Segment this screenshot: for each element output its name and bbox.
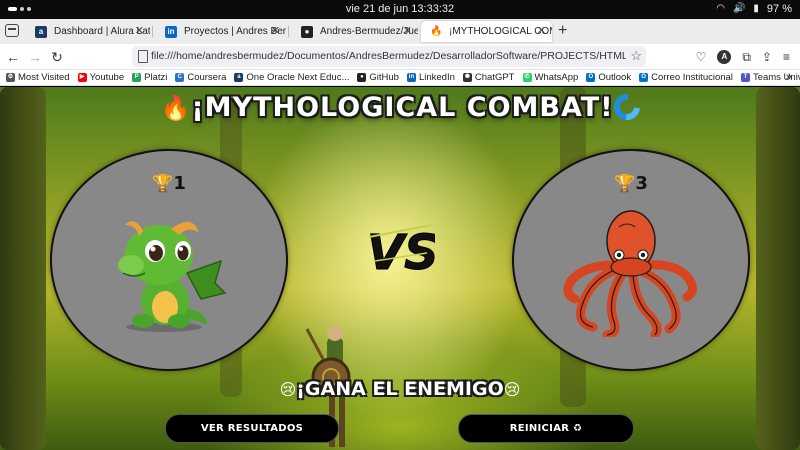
bookmark-label: LinkedIn: [418, 72, 455, 83]
bookmark-item[interactable]: ✺ ChatGPT: [462, 72, 515, 83]
bookmark-label: Youtube: [89, 72, 125, 83]
tab-divider: [288, 26, 289, 37]
bookmark-item[interactable]: ● GitHub: [357, 72, 399, 83]
bookmark-item[interactable]: ⚙ Most Visited: [6, 72, 70, 83]
player-score: 🏆1: [52, 173, 286, 194]
tab-alura[interactable]: a Dashboard | Alura Latam ✕: [26, 21, 150, 42]
bookmark-item[interactable]: O Correo Institucional: [639, 72, 733, 83]
linkedin-icon: in: [165, 26, 177, 38]
bookmark-label: Outlook: [598, 72, 632, 83]
bookmarks-toolbar: ⚙ Most Visited ▶ Youtube P Platzi C Coursera a On…: [0, 70, 800, 86]
bookmark-label: ChatGPT: [474, 72, 515, 83]
battle-result-text: ¡GANA EL ENEMIGO: [296, 378, 504, 400]
bookmark-label: GitHub: [369, 72, 399, 83]
page-icon: [138, 50, 148, 63]
github-icon: ●: [301, 26, 313, 38]
battle-result: 😢¡GANA EL ENEMIGO😢: [0, 378, 800, 400]
trophy-icon: 🏆: [614, 174, 636, 194]
volume-icon: 🔊: [732, 3, 746, 14]
os-status-area[interactable]: ◠ 🔊 ▮ 97 %: [716, 3, 792, 15]
tab-list-icon[interactable]: [5, 24, 19, 37]
close-icon[interactable]: ✕: [135, 21, 144, 42]
vs-icon: VS: [367, 224, 435, 279]
crying-face-icon: 😢: [279, 380, 297, 399]
chatgpt-icon: ✺: [462, 73, 472, 82]
more-bookmarks-icon[interactable]: »: [786, 71, 792, 83]
youtube-icon: ▶: [77, 73, 87, 82]
bookmark-item[interactable]: O Outlook: [586, 72, 631, 83]
account-icon[interactable]: A: [717, 50, 732, 64]
tab-divider: [152, 26, 153, 37]
bookmark-label: One Oracle Next Educ...: [246, 72, 350, 83]
gear-icon: ⚙: [6, 73, 15, 82]
close-icon[interactable]: ✕: [537, 21, 546, 42]
battery-level: 97 %: [766, 3, 792, 15]
bookmark-item[interactable]: C Coursera: [175, 72, 226, 83]
restart-button[interactable]: REINICIAR ♻: [458, 414, 634, 443]
alura-icon: a: [234, 73, 244, 82]
game-title-text: ¡MYTHOLOGICAL COMBAT!: [191, 92, 614, 123]
toolbar-right: ♡ A ⧉ ⇪ ≡: [696, 48, 790, 66]
tab-strip: a Dashboard | Alura Latam ✕ in Proyectos…: [0, 19, 800, 44]
coursera-icon: C: [175, 73, 185, 82]
trophy-icon: 🏆: [152, 174, 174, 194]
enemy-card[interactable]: 🏆3: [512, 149, 750, 371]
platzi-icon: P: [132, 73, 142, 82]
octopus-icon: [563, 210, 697, 337]
url-text[interactable]: file:///home/andresbermudez/Documentos/A…: [151, 50, 626, 62]
new-tab-button[interactable]: +: [558, 23, 567, 39]
bookmark-label: Platzi: [144, 72, 168, 83]
fire-icon: 🔥: [430, 26, 443, 37]
bookmark-item[interactable]: a One Oracle Next Educ...: [234, 72, 349, 83]
alura-icon: a: [35, 26, 47, 38]
url-bar[interactable]: file:///home/andresbermudez/Documentos/A…: [132, 46, 646, 67]
os-clock[interactable]: vie 21 de jun 13:33:32: [0, 3, 800, 15]
extensions-icon[interactable]: ⧉: [742, 48, 751, 66]
share-icon[interactable]: ⇪: [762, 48, 772, 66]
navigation-bar: ← → ↻ file:///home/andresbermudez/Docume…: [0, 44, 800, 70]
back-button[interactable]: ←: [4, 48, 22, 66]
close-icon[interactable]: ✕: [271, 21, 280, 42]
view-results-button[interactable]: VER RESULTADOS: [165, 414, 339, 443]
crying-face-icon: 😢: [503, 380, 521, 399]
dragon-icon: [118, 221, 227, 332]
battery-icon: ▮: [753, 3, 759, 14]
game-page: 🔥¡MYTHOLOGICAL COMBAT! 🏆1 VS 🏆3 😢¡GANA E…: [0, 87, 800, 450]
enemy-score: 🏆3: [514, 173, 748, 194]
game-title: 🔥¡MYTHOLOGICAL COMBAT!: [0, 88, 800, 126]
player-score-value: 1: [173, 173, 186, 194]
vs-label: VS: [367, 225, 435, 279]
bookmark-label: Coursera: [187, 72, 227, 83]
bookmark-item[interactable]: ✆ WhatsApp: [522, 72, 579, 83]
wifi-icon: ◠: [716, 3, 725, 14]
fire-icon: 🔥: [160, 94, 192, 122]
pocket-icon[interactable]: ♡: [696, 48, 707, 66]
close-icon[interactable]: ✕: [403, 21, 412, 42]
player-card[interactable]: 🏆1: [50, 149, 288, 371]
bookmark-item[interactable]: ▶ Youtube: [77, 72, 125, 83]
enemy-score-value: 3: [635, 173, 648, 194]
outlook-icon: O: [639, 73, 649, 82]
bookmark-label: Teams Universidad: [752, 72, 800, 83]
tab-github[interactable]: ● Andres-Bermudez/Juego ✕: [292, 21, 418, 42]
reload-button[interactable]: ↻: [48, 48, 66, 66]
tab-mythological-combat[interactable]: 🔥 ¡MYTHOLOGICAL COMBA ✕: [421, 21, 552, 42]
bookmark-label: WhatsApp: [534, 72, 579, 83]
whatsapp-icon: ✆: [522, 73, 532, 82]
tab-linkedin[interactable]: in Proyectos | Andres Bermu ✕: [156, 21, 286, 42]
bookmark-item[interactable]: P Platzi: [132, 72, 167, 83]
linkedin-icon: in: [406, 73, 416, 82]
forward-button[interactable]: →: [26, 48, 44, 66]
bookmark-label: Most Visited: [18, 72, 70, 83]
teams-icon: T: [740, 73, 750, 82]
os-top-bar: vie 21 de jun 13:33:32 ◠ 🔊 ▮ 97 %: [0, 0, 800, 19]
github-icon: ●: [357, 73, 367, 82]
bookmark-star-icon[interactable]: ☆: [630, 48, 642, 64]
outlook-icon: O: [586, 73, 596, 82]
bookmark-label: Correo Institucional: [651, 72, 733, 83]
menu-icon[interactable]: ≡: [783, 48, 790, 66]
bookmark-item[interactable]: in LinkedIn: [406, 72, 455, 83]
